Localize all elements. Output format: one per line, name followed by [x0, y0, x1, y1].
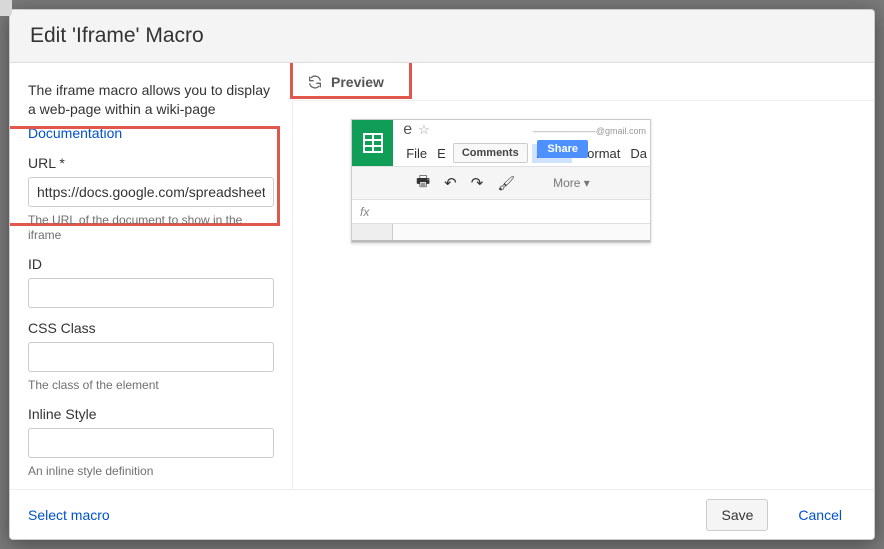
iframe-preview: e ☆ ———————@gmail.com File E Comments In…	[351, 119, 651, 243]
save-button[interactable]: Save	[706, 499, 768, 531]
sheet-cells-area[interactable]	[352, 224, 650, 242]
menu-file[interactable]: File	[403, 146, 430, 161]
preview-pane: Preview e ☆ ———————@gmail.com	[293, 63, 874, 489]
form-sidebar: The iframe macro allows you to display a…	[10, 63, 293, 489]
inlinestyle-field-group: Inline Style An inline style definition	[28, 406, 274, 480]
undo-icon[interactable]: ↶	[444, 174, 457, 192]
menu-edit-truncated[interactable]: E	[434, 146, 449, 161]
sheets-toolbar: 🖶 ↶ ↷ 🖌 More ▾	[352, 166, 650, 200]
cssclass-label: CSS Class	[28, 320, 274, 336]
doc-title-letter: e	[403, 121, 412, 139]
refresh-icon	[307, 74, 323, 90]
formula-bar[interactable]: fx	[352, 200, 650, 224]
documentation-link[interactable]: Documentation	[28, 125, 122, 141]
id-input[interactable]	[28, 278, 274, 308]
cssclass-input[interactable]	[28, 342, 274, 372]
menu-data-truncated[interactable]: Da	[627, 146, 650, 161]
cssclass-field-group: CSS Class The class of the element	[28, 320, 274, 394]
id-field-group: ID	[28, 256, 274, 308]
cssclass-help: The class of the element	[28, 378, 274, 394]
url-field-group: URL * The URL of the document to show in…	[28, 155, 274, 244]
sheets-logo-icon	[352, 120, 393, 166]
select-macro-link[interactable]: Select macro	[28, 507, 110, 523]
url-input[interactable]	[28, 177, 274, 207]
cancel-button[interactable]: Cancel	[784, 499, 856, 531]
url-label: URL *	[28, 155, 274, 171]
inlinestyle-help: An inline style definition	[28, 464, 274, 480]
macro-editor-modal: Edit 'Iframe' Macro The iframe macro all…	[9, 9, 875, 540]
user-email-redacted: ———————@gmail.com	[533, 126, 650, 136]
modal-footer: Select macro Save Cancel	[10, 489, 874, 539]
share-button[interactable]: Share	[537, 140, 588, 158]
paint-format-icon[interactable]: 🖌	[497, 175, 515, 192]
preview-header[interactable]: Preview	[293, 63, 874, 101]
star-icon[interactable]: ☆	[418, 122, 430, 138]
browser-tab-stub	[0, 0, 12, 16]
print-icon[interactable]: 🖶	[416, 171, 430, 196]
intro-text: The iframe macro allows you to display a…	[28, 81, 274, 119]
redo-icon[interactable]: ↷	[471, 174, 484, 192]
url-help: The URL of the document to show in the i…	[28, 213, 274, 244]
inlinestyle-label: Inline Style	[28, 406, 274, 422]
modal-title: Edit 'Iframe' Macro	[10, 10, 874, 63]
fx-label: fx	[360, 205, 369, 219]
toolbar-more[interactable]: More ▾	[553, 176, 590, 190]
comments-button[interactable]: Comments	[453, 143, 528, 163]
inlinestyle-input[interactable]	[28, 428, 274, 458]
id-label: ID	[28, 256, 274, 272]
preview-label: Preview	[331, 74, 384, 90]
